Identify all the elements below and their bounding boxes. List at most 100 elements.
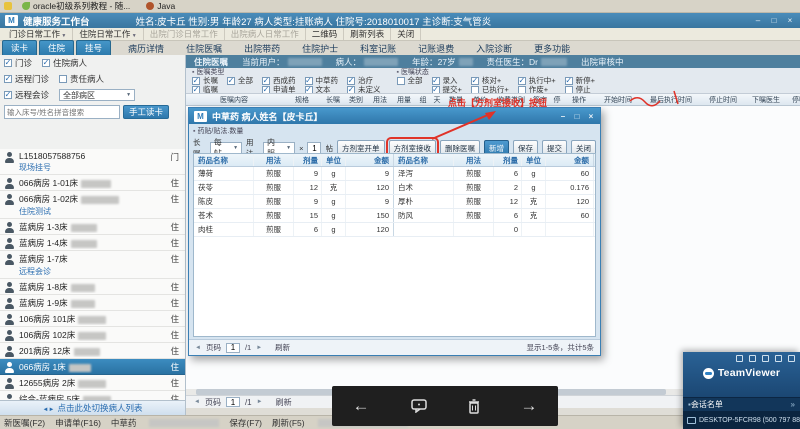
menu-item[interactable]: 关闭: [391, 28, 421, 40]
filter-checkbox[interactable]: 已执行+: [471, 86, 509, 94]
chevron-right-icon[interactable]: [791, 400, 795, 409]
patient-list-item[interactable]: 蓝病房 1-3床住: [0, 219, 185, 235]
filter-checkbox[interactable]: 长嘱: [192, 77, 218, 85]
menu-item[interactable]: 住院日常工作: [73, 28, 143, 40]
page-input[interactable]: [226, 397, 240, 407]
prescription-row[interactable]: 陈皮煎服9g9厚朴煎服12克120: [194, 195, 595, 209]
filter-checkbox[interactable]: 全部: [397, 77, 423, 85]
prescription-row[interactable]: 薄荷煎服9g9泽泻煎服6g60: [194, 167, 595, 181]
patient-list-item[interactable]: 12655病房 2床住: [0, 375, 185, 391]
toggle-patient-list-label: 点击此处切换病人列表: [57, 402, 142, 414]
comment-icon[interactable]: [411, 399, 427, 413]
menu-item[interactable]: 门诊日常工作: [3, 28, 73, 40]
prev-page-button[interactable]: [194, 399, 200, 405]
filter-checkbox[interactable]: 中草药: [305, 77, 339, 85]
patient-list-item[interactable]: 201病房 12床住: [0, 343, 185, 359]
patient-list-item[interactable]: 066病房 1-01床住: [0, 175, 185, 191]
panel-icon[interactable]: [749, 355, 756, 362]
filter-checkbox[interactable]: 录入: [432, 77, 462, 85]
nav-item[interactable]: 记账退费: [407, 42, 465, 55]
taskbar-item[interactable]: Java: [140, 0, 181, 12]
statusbar-item[interactable]: 刷新(F5): [272, 417, 305, 429]
patient-list-item[interactable]: 蓝病房 1-8床住: [0, 279, 185, 295]
nav-item[interactable]: 住院医嘱: [175, 42, 233, 55]
patient-search-input[interactable]: [4, 105, 120, 119]
patient-sub-link[interactable]: 现场挂号: [19, 162, 167, 173]
filter-checkbox[interactable]: 全部: [227, 77, 253, 85]
nav-item[interactable]: 住院护士: [291, 42, 349, 55]
nav-tab[interactable]: 读卡: [2, 40, 37, 55]
filter-checkbox[interactable]: 申请单: [262, 86, 296, 94]
nav-tab[interactable]: 住院: [39, 40, 74, 55]
maximize-icon[interactable]: [768, 16, 780, 26]
filter-checkbox[interactable]: 未定义: [347, 86, 381, 94]
prescription-row[interactable]: 肉桂煎服6g1200: [194, 223, 595, 237]
filter-checkbox[interactable]: 临嘱: [192, 86, 218, 94]
ward-select[interactable]: 全部病区: [59, 89, 135, 101]
manual-read-card-button[interactable]: 手工读卡: [123, 105, 169, 119]
prescription-row[interactable]: 苍术煎服15g150防风煎服6克60: [194, 209, 595, 223]
patient-list-item[interactable]: 蓝病房 1-7床远程会诊住: [0, 251, 185, 279]
panel-icon[interactable]: [775, 355, 782, 362]
patient-sub-link[interactable]: 远程会诊: [19, 266, 167, 277]
forward-arrow-icon[interactable]: →: [521, 396, 538, 416]
filter-checkbox[interactable]: 文本: [305, 86, 339, 94]
nav-item[interactable]: 入院诊断: [465, 42, 523, 55]
filter-checkbox[interactable]: 责任病人: [59, 73, 104, 85]
filter-checkbox[interactable]: 作废+: [518, 86, 556, 94]
patient-list-item[interactable]: 蓝病房 1-9床住: [0, 295, 185, 311]
patient-sub-link[interactable]: 住院测试: [19, 206, 167, 217]
menu-item[interactable]: 二维码: [306, 28, 345, 40]
panel-icon[interactable]: [762, 355, 769, 362]
filter-checkbox[interactable]: 远程会诊: [4, 89, 49, 101]
prescription-row[interactable]: 茯苓煎服12克120白术煎服2g0.176: [194, 181, 595, 195]
refresh-button[interactable]: 刷新: [276, 397, 292, 408]
nav-item[interactable]: 病历详情: [117, 42, 175, 55]
nav-item[interactable]: 出院带药: [233, 42, 291, 55]
back-arrow-icon[interactable]: ←: [353, 396, 370, 416]
patient-list-item[interactable]: 066病房 1床住: [0, 359, 185, 375]
session-entry[interactable]: DESKTOP-5FCR98 (500 797 88 1: [683, 411, 800, 429]
filter-checkbox[interactable]: 停止: [565, 86, 595, 94]
dialog-maximize-icon[interactable]: [572, 111, 582, 121]
filter-checkbox[interactable]: 治疗: [347, 77, 381, 85]
toggle-patient-list-bar[interactable]: 点击此处切换病人列表: [0, 400, 186, 415]
close-icon[interactable]: [784, 16, 796, 26]
filter-checkbox[interactable]: 住院病人: [42, 57, 87, 69]
minimize-icon[interactable]: [752, 16, 764, 26]
patient-list-item[interactable]: 综合-蓝病房 5床住: [0, 391, 185, 400]
patient-list-item[interactable]: L1518057588756现场挂号门: [0, 149, 185, 175]
taskbar-item[interactable]: oracle初级系列教程 - 随...: [16, 0, 136, 12]
nav-item[interactable]: 更多功能: [523, 42, 581, 55]
dialog-titlebar[interactable]: 中草药 病人姓名【皮卡丘】: [189, 108, 600, 124]
filter-checkbox[interactable]: 核对+: [471, 77, 509, 85]
prev-page-button[interactable]: [195, 345, 201, 351]
nav-item[interactable]: 科室记账: [349, 42, 407, 55]
filter-checkbox[interactable]: 新停+: [565, 77, 595, 85]
filter-checkbox[interactable]: 远程门诊: [4, 73, 49, 85]
patient-list-item[interactable]: 066病房 1-02床住院测试住: [0, 191, 185, 219]
panel-icon[interactable]: [736, 355, 743, 362]
statusbar-item[interactable]: 中草药: [111, 417, 137, 429]
page-input[interactable]: [226, 343, 240, 353]
patient-list-item[interactable]: 106病房 101床住: [0, 311, 185, 327]
nav-tab[interactable]: 挂号: [76, 40, 111, 55]
dialog-close-icon[interactable]: [586, 111, 596, 121]
filter-checkbox[interactable]: 提交+: [432, 86, 462, 94]
menu-item[interactable]: 刷新列表: [344, 28, 391, 40]
statusbar-item[interactable]: 新医嘱(F2): [4, 417, 45, 429]
patient-list-item[interactable]: 106病房 102床住: [0, 327, 185, 343]
dialog-minimize-icon[interactable]: [558, 111, 568, 121]
next-page-button[interactable]: [257, 399, 263, 405]
filter-checkbox[interactable]: 门诊: [4, 57, 32, 69]
trash-icon[interactable]: [468, 399, 480, 414]
patient-list-item[interactable]: 蓝病房 1-4床住: [0, 235, 185, 251]
filter-checkbox[interactable]: 西成药: [262, 77, 296, 85]
refresh-button[interactable]: 刷新: [275, 342, 290, 353]
filter-checkbox[interactable]: 执行中+: [518, 77, 556, 85]
panel-icon[interactable]: [788, 355, 795, 362]
next-page-button[interactable]: [256, 345, 262, 351]
statusbar-item[interactable]: 申请单(F16): [55, 417, 101, 429]
session-list-header[interactable]: 会话名单: [683, 397, 800, 411]
statusbar-item[interactable]: 保存(F7): [229, 417, 262, 429]
